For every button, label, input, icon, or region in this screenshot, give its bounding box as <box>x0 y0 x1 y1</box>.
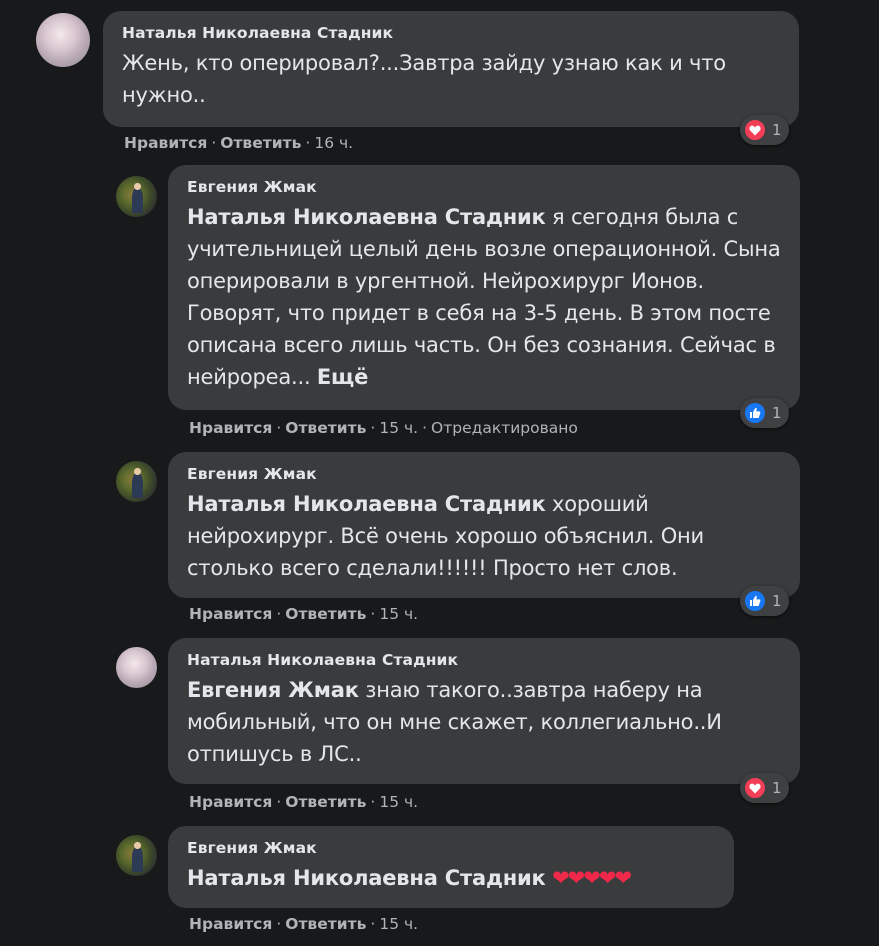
comment-text: Наталья Николаевна Стадник я сегодня был… <box>187 201 782 393</box>
separator: · <box>370 915 376 933</box>
mention-link[interactable]: Наталья Николаевна Стадник <box>187 492 546 516</box>
heart-icon <box>743 118 767 142</box>
reaction-count: 1 <box>772 592 782 610</box>
separator: · <box>211 134 217 152</box>
like-button[interactable]: Нравится <box>189 793 272 811</box>
avatar[interactable] <box>116 835 157 876</box>
reaction-count: 1 <box>772 121 782 139</box>
like-button[interactable]: Нравится <box>189 915 272 933</box>
mention-link[interactable]: Евгения Жмак <box>187 678 359 702</box>
reaction-badge[interactable]: 1 <box>740 773 789 803</box>
comment-body: я сегодня была с учительницей целый день… <box>187 205 781 389</box>
separator: · <box>370 419 376 437</box>
reaction-count: 1 <box>772 404 782 422</box>
reaction-count: 1 <box>772 779 782 797</box>
separator: · <box>276 605 282 623</box>
timestamp[interactable]: 15 ч. <box>379 793 418 811</box>
separator: · <box>370 793 376 811</box>
comment-author[interactable]: Наталья Николаевна Стадник <box>187 650 782 670</box>
separator: · <box>305 134 311 152</box>
comment-text: Жень, кто оперировал?...Завтра зайду узн… <box>122 47 781 111</box>
separator: · <box>276 419 282 437</box>
comment-actions: Нравится · Ответить · 15 ч. <box>189 914 418 934</box>
reaction-badge[interactable]: 1 <box>740 398 789 428</box>
separator: · <box>276 793 282 811</box>
separator: · <box>370 605 376 623</box>
timestamp[interactable]: 15 ч. <box>379 605 418 623</box>
reply-button[interactable]: Ответить <box>285 915 366 933</box>
comment-bubble: Евгения Жмак Наталья Николаевна Стадник … <box>168 165 800 410</box>
thumbs-up-icon <box>743 401 767 425</box>
comment-author[interactable]: Наталья Николаевна Стадник <box>122 23 781 43</box>
comment-actions: Нравится · Ответить · 15 ч. · Отредактировано <box>189 418 578 438</box>
thumbs-up-icon <box>743 589 767 613</box>
separator: · <box>422 419 428 437</box>
comment-actions: Нравится · Ответить · 15 ч. <box>189 604 418 624</box>
separator: · <box>276 915 282 933</box>
comment-actions: Нравится · Ответить · 16 ч. <box>124 133 353 153</box>
comment-author[interactable]: Евгения Жмак <box>187 177 782 197</box>
comment-bubble: Наталья Николаевна Стадник Евгения Жмак … <box>168 638 800 784</box>
timestamp[interactable]: 16 ч. <box>314 134 353 152</box>
comment-text: Евгения Жмак знаю такого..завтра наберу … <box>187 674 782 770</box>
like-button[interactable]: Нравится <box>189 605 272 623</box>
comment-author[interactable]: Евгения Жмак <box>187 838 716 858</box>
like-button[interactable]: Нравится <box>189 419 272 437</box>
timestamp[interactable]: 15 ч. <box>379 915 418 933</box>
reply-button[interactable]: Ответить <box>285 793 366 811</box>
comment-author[interactable]: Евгения Жмак <box>187 464 782 484</box>
see-more-link[interactable]: Ещё <box>317 365 368 389</box>
avatar[interactable] <box>116 176 157 217</box>
avatar[interactable] <box>36 13 90 67</box>
mention-link[interactable]: Наталья Николаевна Стадник <box>187 205 546 229</box>
like-button[interactable]: Нравится <box>124 134 207 152</box>
reaction-badge[interactable]: 1 <box>740 586 789 616</box>
reply-button[interactable]: Ответить <box>220 134 301 152</box>
comment-bubble: Евгения Жмак Наталья Николаевна Стадник … <box>168 826 734 908</box>
comment-bubble: Евгения Жмак Наталья Николаевна Стадник … <box>168 452 800 598</box>
edited-label: Отредактировано <box>431 419 578 437</box>
comment-text: Наталья Николаевна Стадник хороший нейро… <box>187 488 782 584</box>
avatar[interactable] <box>116 461 157 502</box>
comment-text: Наталья Николаевна Стадник ❤❤❤❤❤ <box>187 862 716 894</box>
avatar[interactable] <box>116 647 157 688</box>
reply-button[interactable]: Ответить <box>285 419 366 437</box>
reaction-badge[interactable]: 1 <box>740 115 789 145</box>
heart-emoji-row: ❤❤❤❤❤ <box>552 866 632 890</box>
timestamp[interactable]: 15 ч. <box>379 419 418 437</box>
mention-link[interactable]: Наталья Николаевна Стадник <box>187 866 546 890</box>
comment-body: Жень, кто оперировал?...Завтра зайду узн… <box>122 51 726 107</box>
reply-button[interactable]: Ответить <box>285 605 366 623</box>
comment-bubble: Наталья Николаевна Стадник Жень, кто опе… <box>103 11 799 127</box>
comment-actions: Нравится · Ответить · 15 ч. <box>189 792 418 812</box>
heart-icon <box>743 776 767 800</box>
